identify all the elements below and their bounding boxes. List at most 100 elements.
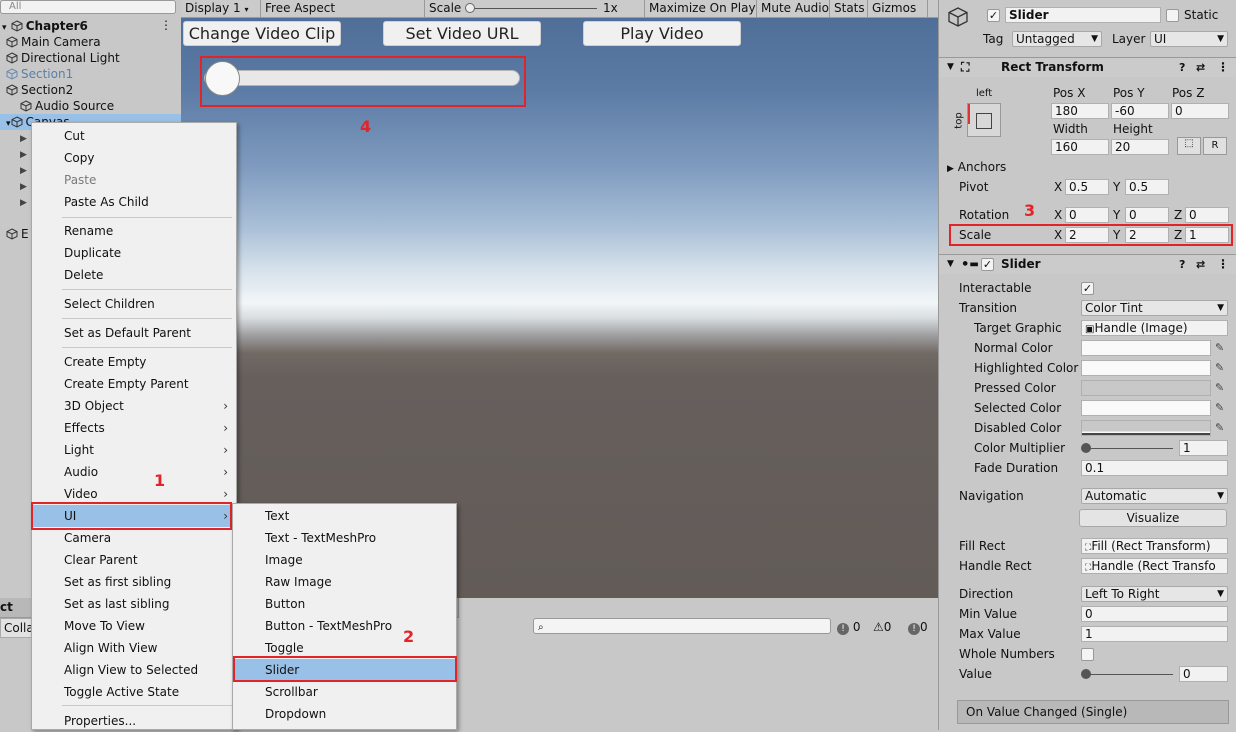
menu-item-set-default-parent[interactable]: Set as Default Parent (32, 322, 191, 344)
menu-item-set-last-sibling[interactable]: Set as last sibling (32, 593, 170, 615)
submenu-item-raw-image[interactable]: Raw Image (233, 571, 332, 593)
transition-dropdown[interactable]: Color Tint ▼ (1081, 300, 1228, 316)
max-value-field[interactable]: 1 (1081, 626, 1228, 642)
fill-rect-field[interactable]: ⛶Fill (Rect Transform) (1081, 538, 1228, 554)
rotation-x-field[interactable]: 0 (1065, 207, 1109, 223)
menu-item-paste-as-child[interactable]: Paste As Child (32, 191, 149, 213)
submenu-item-dropdown[interactable]: Dropdown (233, 703, 326, 725)
selected-color-field[interactable] (1081, 400, 1211, 416)
posz-field[interactable]: 0 (1171, 103, 1229, 119)
more-options-icon[interactable]: ⋮ (160, 18, 172, 32)
raw-edit-button[interactable]: R (1203, 137, 1227, 155)
display-dropdown[interactable]: Display 1 ▾ (181, 0, 261, 17)
menu-item-rename[interactable]: Rename (32, 220, 113, 242)
static-checkbox[interactable] (1166, 9, 1179, 22)
more-options-icon[interactable]: ⋮ (1217, 255, 1229, 274)
menu-item-paste[interactable]: Paste (32, 169, 96, 191)
hierarchy-item-main-camera[interactable]: Main Camera (6, 34, 101, 50)
min-value-field[interactable]: 0 (1081, 606, 1228, 622)
help-icon[interactable]: ? (1179, 255, 1185, 274)
layer-dropdown[interactable]: UI ▼ (1150, 31, 1228, 47)
menu-item-set-first-sibling[interactable]: Set as first sibling (32, 571, 171, 593)
menu-item-3d-object[interactable]: 3D Object › (32, 395, 236, 417)
width-field[interactable]: 160 (1051, 139, 1109, 155)
hierarchy-item-section1[interactable]: Section1 (6, 66, 73, 82)
submenu-item-button-textmeshpro[interactable]: Button - TextMeshPro (233, 615, 392, 637)
menu-item-properties[interactable]: Properties... (32, 710, 136, 732)
submenu-item-button[interactable]: Button (233, 593, 305, 615)
tag-dropdown[interactable]: Untagged ▼ (1012, 31, 1102, 47)
eyedropper-icon[interactable]: ✎ (1215, 401, 1224, 414)
fade-duration-field[interactable]: 0.1 (1081, 460, 1228, 476)
posx-field[interactable]: 180 (1051, 103, 1109, 119)
collapse-button[interactable]: Colla (0, 618, 34, 638)
help-icon[interactable]: ? (1179, 58, 1185, 77)
menu-item-toggle-active-state[interactable]: Toggle Active State (32, 681, 179, 703)
pressed-color-field[interactable] (1081, 380, 1211, 396)
maximize-on-play-toggle[interactable]: Maximize On Play (645, 0, 757, 17)
slider-enabled-checkbox[interactable]: ✓ (981, 258, 994, 271)
visualize-button[interactable]: Visualize (1079, 509, 1227, 527)
menu-item-move-to-view[interactable]: Move To View (32, 615, 145, 637)
scale-slider[interactable]: Scale 1x (425, 0, 645, 17)
hierarchy-item-audio-source[interactable]: Audio Source (20, 98, 114, 114)
submenu-item-scrollbar[interactable]: Scrollbar (233, 681, 318, 703)
menu-item-copy[interactable]: Copy (32, 147, 94, 169)
rotation-y-field[interactable]: 0 (1125, 207, 1169, 223)
stats-toggle[interactable]: Stats (830, 0, 868, 17)
hierarchy-item-section2[interactable]: Section2 (6, 82, 73, 98)
eyedropper-icon[interactable]: ✎ (1215, 381, 1224, 394)
menu-item-delete[interactable]: Delete (32, 264, 103, 286)
slider-component-header[interactable]: ▼ ⚫▬ ✓ Slider ? ⇄ ⋮ (939, 254, 1236, 274)
eyedropper-icon[interactable]: ✎ (1215, 421, 1224, 434)
rotation-z-field[interactable]: 0 (1185, 207, 1229, 223)
change-video-clip-button[interactable]: Change Video Clip (183, 21, 341, 46)
menu-item-camera[interactable]: Camera (32, 527, 111, 549)
expand-arrow[interactable]: ▶ (20, 147, 27, 163)
blueprint-mode-button[interactable]: ⬚ (1177, 137, 1201, 155)
anchor-preset-button[interactable] (967, 103, 1001, 137)
console-tab[interactable]: ct (0, 600, 13, 614)
warning-count[interactable]: ⚠0 (873, 618, 891, 636)
scale-handle[interactable] (465, 3, 475, 13)
pivot-x-field[interactable]: 0.5 (1065, 179, 1109, 195)
active-checkbox[interactable]: ✓ (987, 9, 1000, 22)
expand-arrow[interactable]: ▶ (20, 163, 27, 179)
menu-item-clear-parent[interactable]: Clear Parent (32, 549, 138, 571)
highlighted-color-field[interactable] (1081, 360, 1211, 376)
eyedropper-icon[interactable]: ✎ (1215, 341, 1224, 354)
menu-item-light[interactable]: Light › (32, 439, 236, 461)
hierarchy-item-eventsystem[interactable]: E (6, 226, 29, 242)
play-video-button[interactable]: Play Video (583, 21, 741, 46)
gizmos-dropdown[interactable]: Gizmos (868, 0, 928, 17)
submenu-item-text[interactable]: Text (233, 505, 289, 527)
hierarchy-scene-item[interactable]: ▾ Chapter6 (2, 18, 88, 34)
expand-arrow[interactable]: ▶ (20, 179, 27, 195)
submenu-item-text-textmeshpro[interactable]: Text - TextMeshPro (233, 527, 376, 549)
menu-item-duplicate[interactable]: Duplicate (32, 242, 121, 264)
posy-field[interactable]: -60 (1111, 103, 1169, 119)
menu-item-select-children[interactable]: Select Children (32, 293, 155, 315)
log-count[interactable]: ! 0 (837, 618, 860, 636)
menu-item-cut[interactable]: Cut (32, 125, 85, 147)
console-search-input[interactable]: ⌕ (533, 618, 831, 634)
value-handle[interactable] (1081, 669, 1091, 679)
menu-item-create-empty-parent[interactable]: Create Empty Parent (32, 373, 189, 395)
on-value-changed-event[interactable]: On Value Changed (Single) (957, 700, 1229, 724)
color-multiplier-field[interactable]: 1 (1179, 440, 1228, 456)
set-video-url-button[interactable]: Set Video URL (383, 21, 541, 46)
submenu-item-image[interactable]: Image (233, 549, 303, 571)
menu-item-audio[interactable]: Audio › (32, 461, 236, 483)
menu-item-align-with-view[interactable]: Align With View (32, 637, 157, 659)
hierarchy-search-input[interactable]: All (0, 0, 176, 14)
interactable-checkbox[interactable]: ✓ (1081, 282, 1094, 295)
menu-item-align-view-to-selected[interactable]: Align View to Selected (32, 659, 198, 681)
target-graphic-field[interactable]: ▣Handle (Image) (1081, 320, 1228, 336)
handle-rect-field[interactable]: ⛶Handle (Rect Transfo (1081, 558, 1228, 574)
mute-audio-toggle[interactable]: Mute Audio (757, 0, 830, 17)
aspect-dropdown[interactable]: Free Aspect (261, 0, 425, 17)
menu-item-create-empty[interactable]: Create Empty (32, 351, 146, 373)
disabled-color-field[interactable] (1081, 420, 1211, 436)
color-multiplier-handle[interactable] (1081, 443, 1091, 453)
expand-arrow[interactable]: ▶ (20, 195, 27, 211)
